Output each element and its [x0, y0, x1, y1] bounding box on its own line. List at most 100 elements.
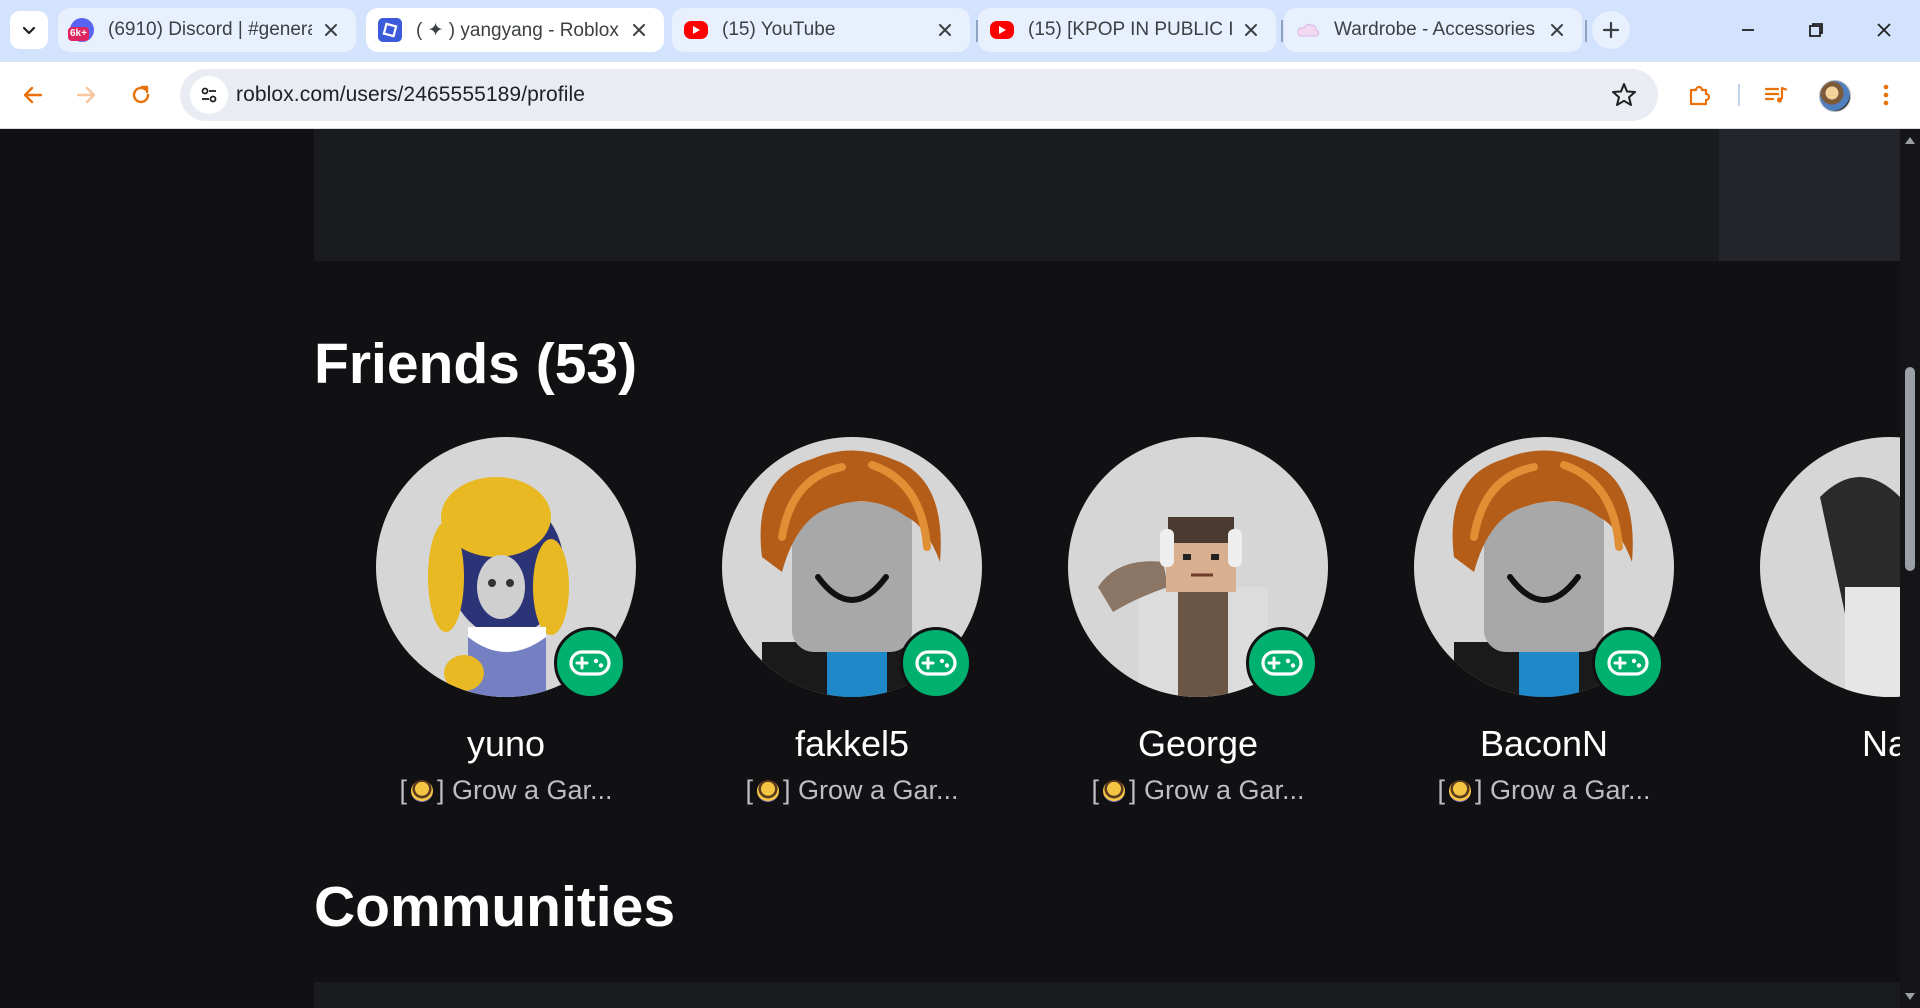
page-scrollbar[interactable]	[1900, 129, 1920, 1008]
back-button[interactable]	[13, 75, 53, 115]
status-bracket-close: ]	[436, 775, 445, 805]
tab-title: (15) YouTube	[722, 19, 836, 40]
friend-status: [] Grow a Gar...	[370, 775, 642, 806]
tab-title: (15) [KPOP IN PUBLIC IN	[1028, 19, 1232, 40]
status-bracket-close: ]	[1474, 775, 1483, 805]
close-icon[interactable]	[1544, 17, 1570, 43]
status-bracket-close: ]	[782, 775, 791, 805]
in-game-presence-badge	[900, 627, 972, 699]
friend-name[interactable]: fakkel5	[716, 723, 988, 765]
in-game-presence-badge	[554, 627, 626, 699]
cloud-icon	[1296, 18, 1320, 42]
friend-name[interactable]: yuno	[370, 723, 642, 765]
close-icon[interactable]	[318, 17, 344, 43]
status-bracket-open: [	[1091, 775, 1099, 805]
minimize-button[interactable]	[1726, 12, 1770, 48]
discord-icon: 6k+	[68, 18, 94, 42]
scrollbar-thumb[interactable]	[1905, 367, 1915, 571]
friend-name[interactable]: George	[1062, 723, 1334, 765]
tab-title: (6910) Discord | #general	[108, 19, 312, 40]
extensions-icon[interactable]	[1683, 79, 1715, 111]
address-bar[interactable]: roblox.com/users/2465555189/profile	[180, 69, 1658, 121]
tab-separator	[1281, 20, 1283, 42]
toolbar-divider	[1738, 84, 1740, 106]
tab-youtube-kpop[interactable]: (15) [KPOP IN PUBLIC IN	[978, 8, 1276, 52]
status-bracket-open: [	[399, 775, 407, 805]
status-game-name: Grow a Gar...	[1143, 775, 1305, 805]
friend-status: [] Grow a Gar...	[716, 775, 988, 806]
tab-roblox[interactable]: ( ✦ ) yangyang - Roblox	[366, 8, 664, 52]
tune-icon	[201, 87, 217, 103]
scroll-up-arrow-icon[interactable]	[1904, 135, 1916, 145]
friend-status: [] Grow a Gar...	[1062, 775, 1334, 806]
forward-button[interactable]	[66, 75, 106, 115]
profile-panel	[314, 129, 1722, 261]
tab-discord[interactable]: 6k+ (6910) Discord | #general	[58, 8, 356, 52]
profile-panel-side	[1719, 129, 1900, 261]
in-game-presence-badge	[1592, 627, 1664, 699]
communities-section-title: Communities	[314, 875, 676, 939]
chevron-down-icon	[22, 26, 36, 35]
in-game-presence-badge	[1246, 627, 1318, 699]
tab-search-button[interactable]	[10, 11, 48, 49]
restore-button[interactable]	[1794, 12, 1838, 48]
status-bracket-open: [	[745, 775, 753, 805]
site-info-button[interactable]	[190, 76, 228, 114]
gamepad-icon	[1607, 650, 1649, 676]
youtube-icon	[684, 21, 708, 39]
friend-card-fakkel5[interactable]: fakkel5 [] Grow a Gar...	[716, 437, 982, 837]
close-icon[interactable]	[932, 17, 958, 43]
close-icon	[1877, 23, 1891, 37]
close-icon[interactable]	[626, 17, 652, 43]
friends-section-title[interactable]: Friends (53)	[314, 331, 637, 397]
plus-icon	[1602, 21, 1620, 39]
gamepad-icon	[1261, 650, 1303, 676]
friend-card-baconn[interactable]: BaconN [] Grow a Gar...	[1408, 437, 1674, 837]
restore-icon	[1809, 23, 1823, 37]
new-tab-button[interactable]	[1592, 11, 1630, 49]
nat-avatar[interactable]	[1760, 437, 1900, 697]
arrow-left-icon	[23, 86, 43, 104]
gamepad-icon	[569, 650, 611, 676]
status-game-name: Grow a Gar...	[1489, 775, 1651, 805]
tab-title: ( ✦ ) yangyang - Roblox	[416, 19, 619, 41]
media-controls-icon[interactable]	[1760, 79, 1792, 111]
reload-button[interactable]	[121, 75, 161, 115]
friend-name[interactable]: BaconN	[1408, 723, 1680, 765]
scroll-down-arrow-icon[interactable]	[1904, 992, 1916, 1002]
friend-card-nat[interactable]: Nat	[1754, 437, 1900, 837]
arrow-right-icon	[76, 86, 96, 104]
bee-icon	[1102, 780, 1125, 802]
status-game-name: Grow a Gar...	[797, 775, 959, 805]
close-window-button[interactable]	[1862, 12, 1906, 48]
bee-icon	[410, 780, 433, 802]
minimize-icon	[1742, 29, 1754, 31]
bee-icon	[1448, 780, 1471, 802]
status-game-name: Grow a Gar...	[451, 775, 613, 805]
friend-status: [] Grow a Gar...	[1408, 775, 1680, 806]
url-text: roblox.com/users/2465555189/profile	[236, 83, 586, 106]
page-content: Friends (53) yuno [] Grow a Gar... fakke…	[0, 129, 1900, 1008]
tab-strip: 6k+ (6910) Discord | #general ( ✦ ) yang…	[0, 0, 1920, 62]
browser-menu-icon[interactable]	[1870, 79, 1902, 111]
tab-wardrobe[interactable]: Wardrobe - Accessories -	[1284, 8, 1582, 52]
youtube-icon	[990, 21, 1014, 39]
status-bracket-open: [	[1437, 775, 1445, 805]
tab-badge: 6k+	[68, 27, 89, 41]
status-bracket-close: ]	[1128, 775, 1137, 805]
tab-separator	[1585, 20, 1587, 42]
friend-name[interactable]: Nat	[1754, 723, 1900, 765]
friend-card-george[interactable]: George [] Grow a Gar...	[1062, 437, 1328, 837]
reload-icon	[132, 85, 150, 104]
gamepad-icon	[915, 650, 957, 676]
profile-avatar[interactable]	[1819, 80, 1851, 112]
bee-icon	[756, 780, 779, 802]
roblox-icon	[378, 18, 402, 42]
friend-card-yuno[interactable]: yuno [] Grow a Gar...	[370, 437, 636, 837]
communities-panel	[314, 982, 1900, 1008]
tab-title: Wardrobe - Accessories -	[1334, 19, 1538, 40]
bookmark-star-icon[interactable]	[1610, 81, 1638, 109]
browser-toolbar: roblox.com/users/2465555189/profile	[0, 62, 1920, 129]
tab-youtube[interactable]: (15) YouTube	[672, 8, 970, 52]
close-icon[interactable]	[1238, 17, 1264, 43]
